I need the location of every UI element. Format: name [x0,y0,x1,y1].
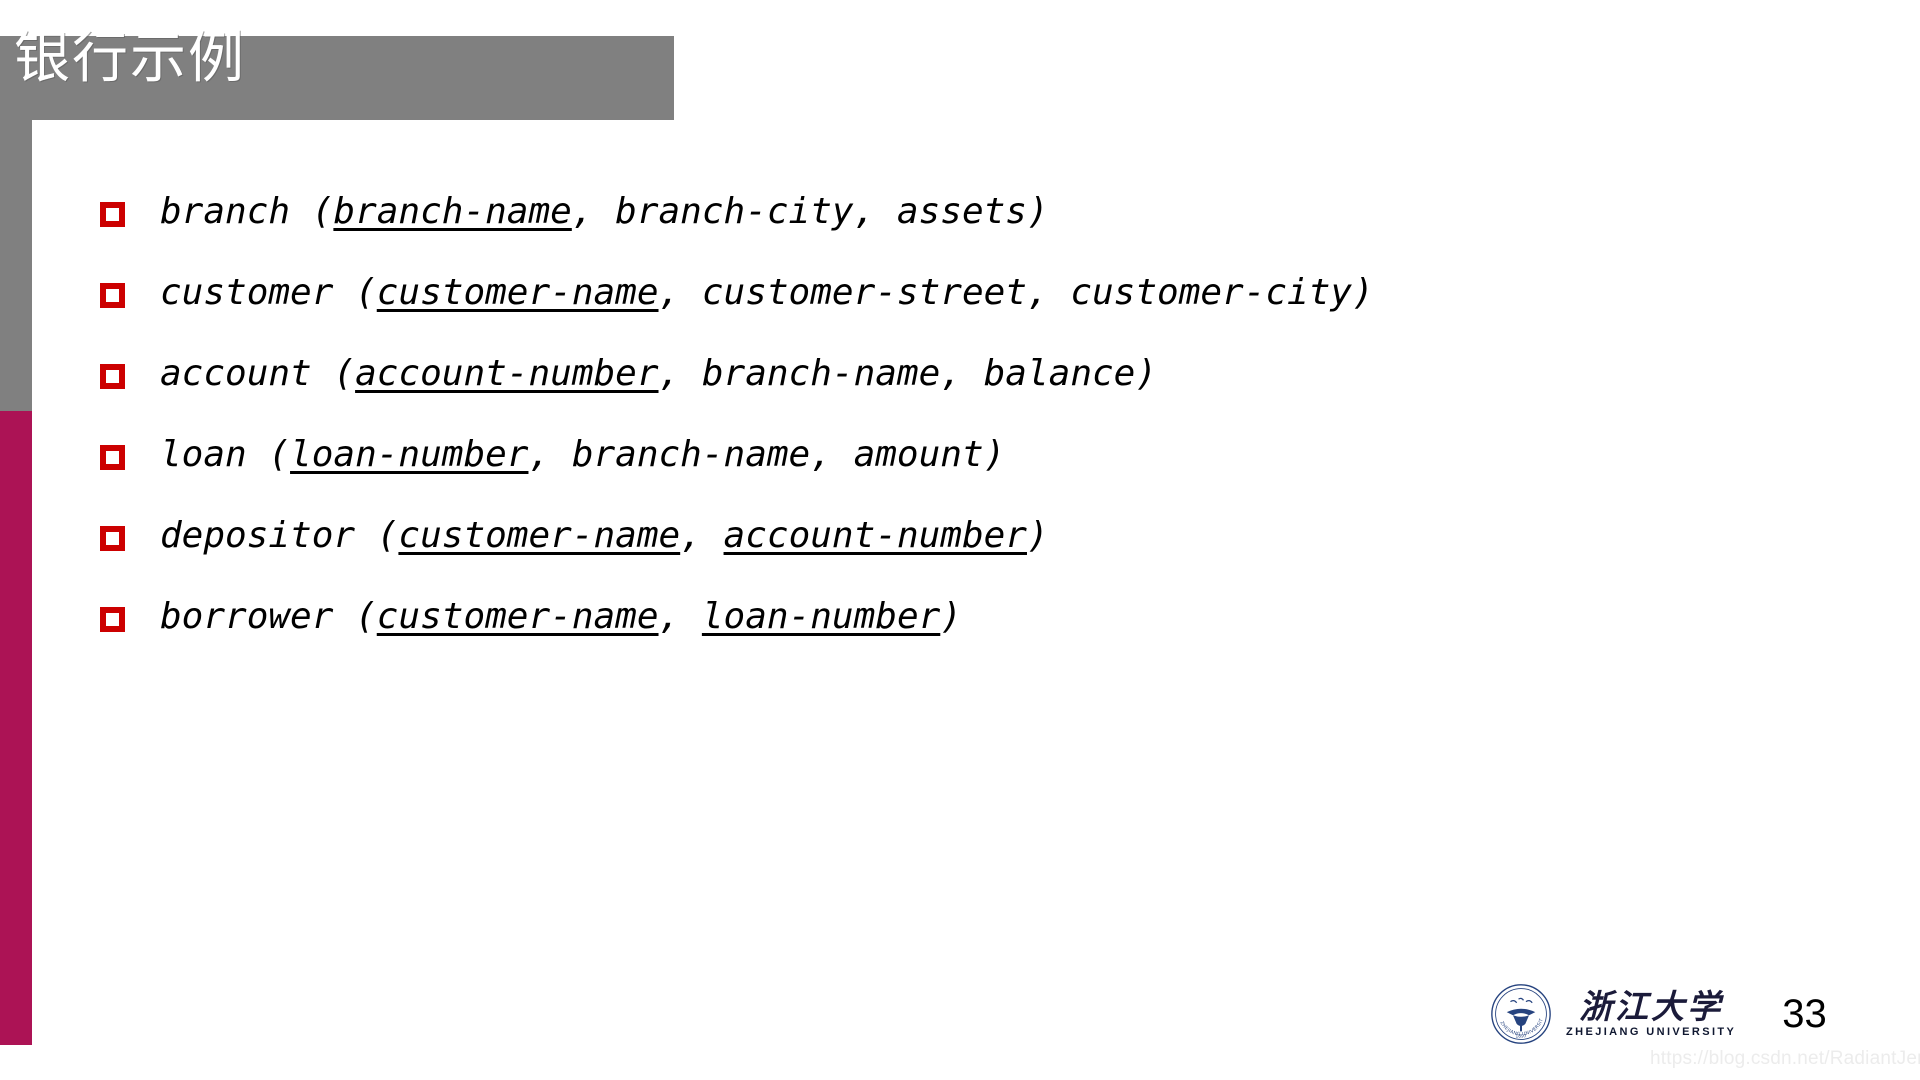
list-item: branch (branch-name, branch-city, assets… [100,186,1860,267]
schema-text-segment: loan ( [160,434,291,475]
schema-text-segment: borrower ( [160,596,377,637]
relation-schema-text: account (account-number, branch-name, ba… [160,348,1860,400]
schema-text-segment: , branch-name, balance) [658,353,1158,394]
footer: 1897 ZHEJIANG UNIVERSITY 浙江大学 ZHEJIANG U… [1490,983,1827,1045]
zhejiang-university-seal-icon: 1897 ZHEJIANG UNIVERSITY [1490,983,1551,1044]
primary-key-attribute: customer-name [376,596,659,637]
relation-schema-list: branch (branch-name, branch-city, assets… [100,186,1860,672]
primary-key-attribute: account-number [723,515,1027,556]
list-item: borrower (customer-name, loan-number) [100,591,1860,672]
schema-text-segment: depositor ( [160,515,399,556]
square-bullet-icon [100,202,125,227]
schema-text-segment: ) [940,596,962,637]
zhejiang-university-wordmark: 浙江大学 ZHEJIANG UNIVERSITY [1566,989,1736,1039]
relation-schema-text: customer (customer-name, customer-street… [160,267,1860,319]
primary-key-attribute: loan-number [701,596,941,637]
list-item: account (account-number, branch-name, ba… [100,348,1860,429]
relation-schema-text: borrower (customer-name, loan-number) [160,591,1860,643]
list-item: depositor (customer-name, account-number… [100,510,1860,591]
primary-key-attribute: account-number [355,353,659,394]
primary-key-attribute: branch-name [333,191,572,232]
left-accent-strip-crimson [0,411,32,1045]
schema-text-segment: , branch-city, assets) [571,191,1049,232]
primary-key-attribute: customer-name [376,272,659,313]
schema-text-segment: , customer-street, customer-city) [658,272,1374,313]
relation-schema-text: loan (loan-number, branch-name, amount) [160,429,1860,481]
square-bullet-icon [100,283,125,308]
square-bullet-icon [100,607,125,632]
schema-text-segment: account ( [160,353,356,394]
schema-text-segment: customer ( [160,272,377,313]
schema-text-segment: ) [1026,515,1049,556]
square-bullet-icon [100,526,125,551]
schema-text-segment: , [680,515,724,556]
page-title: 银行示例 [14,26,246,91]
square-bullet-icon [100,364,125,389]
primary-key-attribute: customer-name [398,515,681,556]
schema-text-segment: , branch-name, amount) [528,434,1006,475]
page-number: 33 [1782,992,1827,1036]
schema-text-segment: , [658,596,702,637]
wordmark-english: ZHEJIANG UNIVERSITY [1566,1026,1737,1038]
square-bullet-icon [100,445,125,470]
schema-text-segment: branch ( [160,191,334,232]
relation-schema-text: depositor (customer-name, account-number… [160,510,1860,562]
wordmark-chinese: 浙江大学 [1579,987,1724,1026]
primary-key-attribute: loan-number [290,434,529,475]
slide-canvas: 银行示例 branch (branch-name, branch-city, a… [0,0,1920,1080]
relation-schema-text: branch (branch-name, branch-city, assets… [160,186,1860,238]
list-item: customer (customer-name, customer-street… [100,267,1860,348]
source-watermark: https://blog.csdn.net/RadiantJeral [1650,1048,1920,1069]
list-item: loan (loan-number, branch-name, amount) [100,429,1860,510]
